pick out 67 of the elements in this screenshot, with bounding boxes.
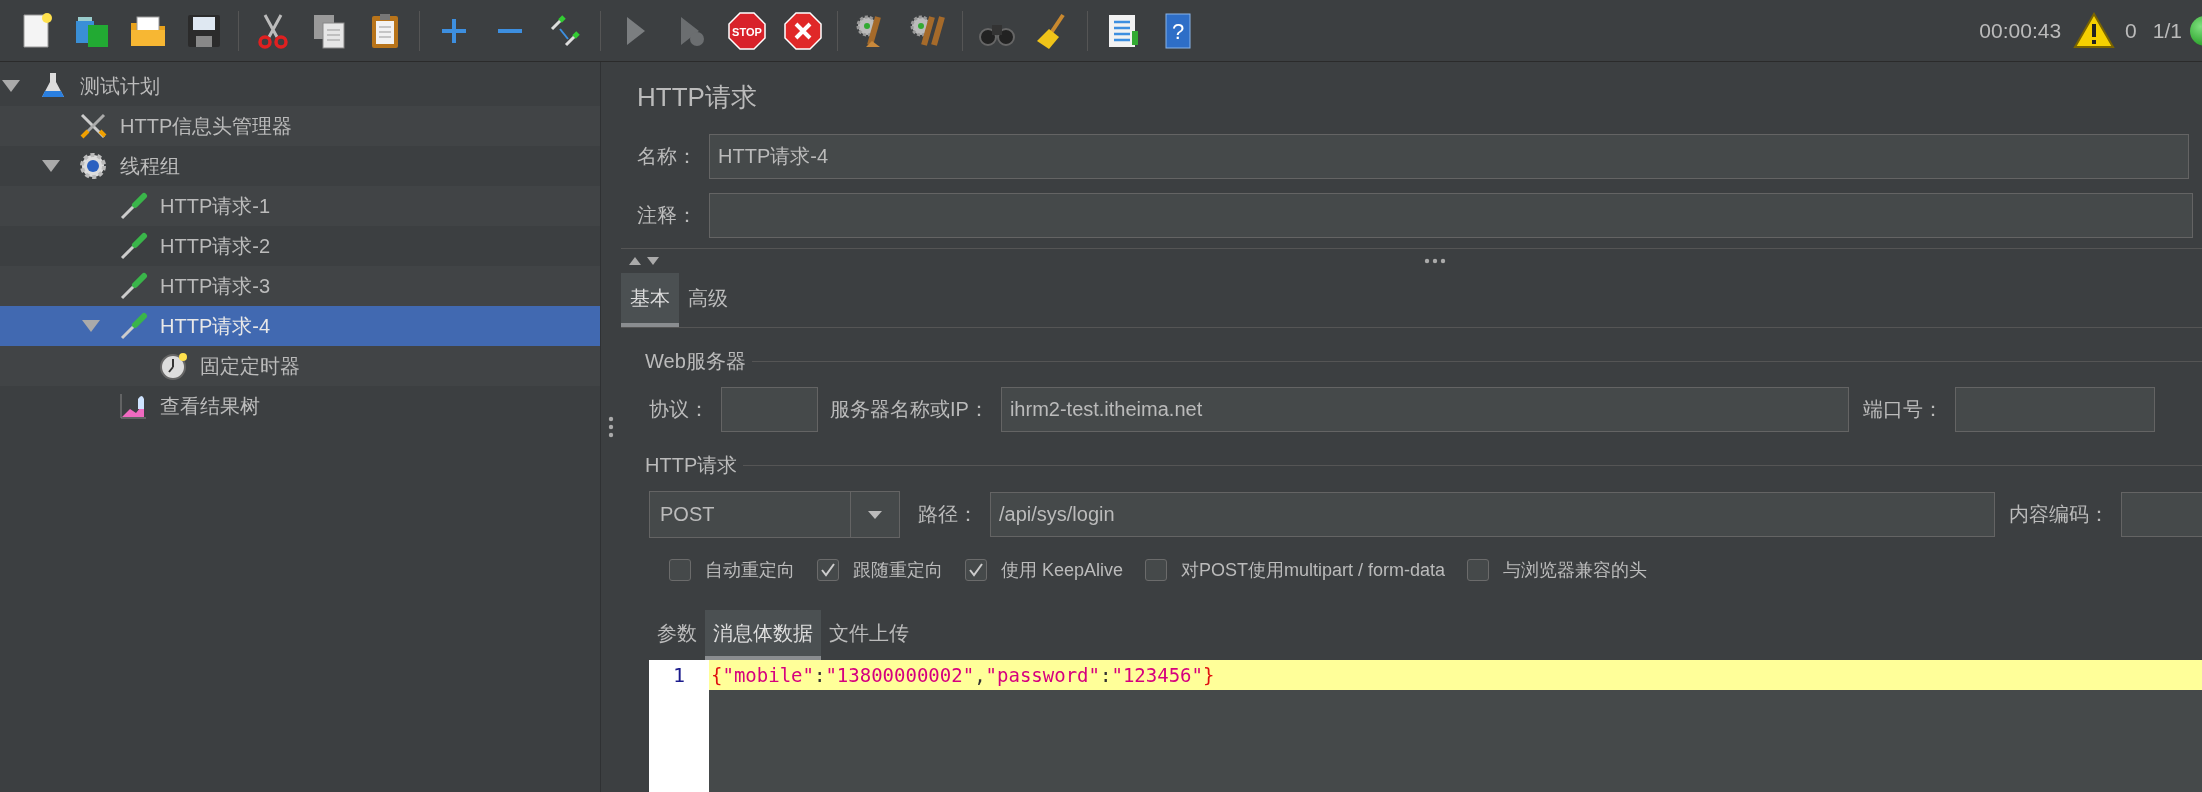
line-number: 1: [671, 662, 686, 689]
checkbox[interactable]: [1145, 559, 1168, 581]
checkbox-label: 使用 KeepAlive: [1001, 559, 1124, 582]
field-label: 服务器名称或IP：: [830, 397, 989, 422]
code-editor[interactable]: {"mobile":"13800000002","password":"123456"}: [709, 660, 2202, 792]
dropdown-arrow-icon: [866, 508, 884, 521]
area-chart-icon: [118, 391, 148, 421]
splitter-handle-icon[interactable]: [608, 416, 614, 438]
tree-item-label: 固定定时器: [200, 353, 300, 379]
field-label: 端口号：: [1862, 397, 1943, 422]
thread-count: 1/1: [2152, 18, 2182, 43]
field-label: 名称：: [637, 144, 697, 169]
checkbox[interactable]: [965, 559, 987, 581]
checkbox-label: 自动重定向: [705, 559, 795, 582]
field-label: 路径：: [918, 502, 978, 527]
splitter-handle-icon[interactable]: [1424, 258, 1446, 264]
stopwatch-icon: [158, 351, 188, 381]
gear-icon: [78, 151, 108, 181]
tree-item-label: HTTP请求-1: [160, 193, 270, 219]
tree-item[interactable]: HTTP请求-3: [0, 266, 600, 306]
path-field[interactable]: /api/sys/login: [990, 492, 1995, 537]
field-label: 协议：: [649, 397, 709, 422]
checkbox-label: 跟随重定向: [853, 559, 943, 582]
panel-title: HTTP请求: [636, 81, 758, 114]
elapsed-time: 00:00:43: [1979, 18, 2062, 43]
tree-item-label: 测试计划: [80, 73, 160, 99]
method-dropdown[interactable]: POST: [649, 491, 900, 538]
server-field[interactable]: ihrm2-test.itheima.net: [1000, 387, 1849, 432]
checkbox-label: 对POST使用multipart / form-data: [1181, 559, 1446, 582]
checkbox[interactable]: [817, 559, 839, 581]
tree-item[interactable]: HTTP请求-1: [0, 186, 600, 226]
tree-item-label: HTTP请求-3: [160, 273, 270, 299]
pipette-icon: [118, 311, 148, 341]
section-title: HTTP请求: [645, 453, 738, 478]
section-title: Web服务器: [645, 349, 746, 374]
name-field[interactable]: HTTP请求-4: [709, 134, 2189, 179]
tree-item-label: 查看结果树: [160, 393, 260, 419]
stop-icon[interactable]: STOP: [727, 10, 767, 51]
tab[interactable]: 消息体数据: [705, 610, 821, 660]
tab[interactable]: 参数: [649, 610, 705, 660]
tree-item[interactable]: HTTP请求-4: [0, 306, 600, 346]
checkbox-label: 与浏览器兼容的头: [1503, 559, 1648, 582]
pipette-icon: [118, 231, 148, 261]
tree-item[interactable]: HTTP信息头管理器: [0, 106, 600, 146]
tree-item-label: 线程组: [120, 153, 180, 179]
collapse-arrow-icon[interactable]: [2, 80, 20, 92]
pipette-icon: [118, 191, 148, 221]
comment-field[interactable]: [709, 193, 2193, 238]
collapse-arrow-icon[interactable]: [42, 160, 60, 172]
protocol-field[interactable]: [721, 387, 818, 432]
close-octagon-icon[interactable]: [783, 10, 823, 51]
port-field[interactable]: [1954, 387, 2155, 432]
tab[interactable]: 文件上传: [821, 610, 917, 660]
pipette-icon: [118, 271, 148, 301]
tree-item-label: HTTP请求-4: [160, 313, 270, 339]
checkbox[interactable]: [669, 559, 691, 581]
tree-item-label: HTTP请求-2: [160, 233, 270, 259]
tab[interactable]: 基本: [621, 273, 679, 327]
tools-icon: [78, 111, 108, 141]
warning-icon[interactable]: [2073, 11, 2116, 50]
warning-count: 0: [2125, 18, 2137, 43]
tab[interactable]: 高级: [679, 273, 737, 327]
checkbox[interactable]: [1467, 559, 1490, 581]
tree-item[interactable]: 固定定时器: [0, 346, 600, 386]
field-label: 内容编码：: [2009, 502, 2109, 527]
tree-item-label: HTTP信息头管理器: [120, 113, 293, 139]
field-label: 注释：: [637, 203, 697, 228]
